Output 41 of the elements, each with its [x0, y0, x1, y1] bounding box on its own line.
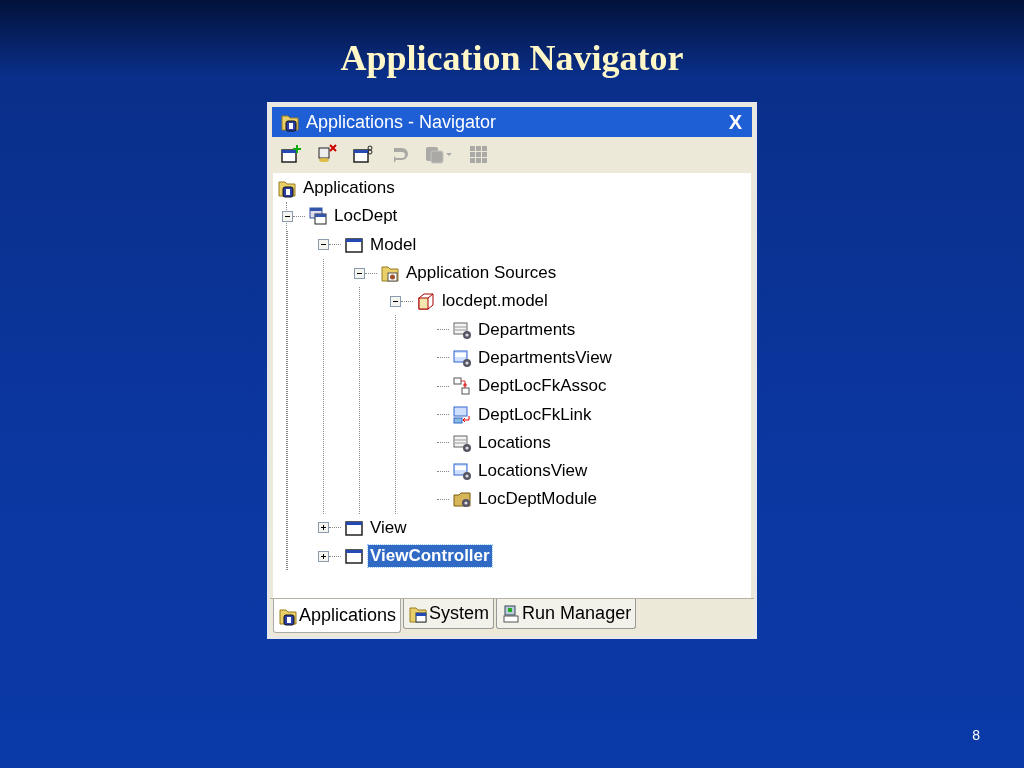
tree-item[interactable]: LocationsView: [476, 460, 590, 483]
view-object-icon: [452, 347, 472, 368]
collapse-icon[interactable]: [282, 210, 293, 222]
window-title: Applications - Navigator: [306, 110, 498, 134]
tree-item[interactable]: Applications: [301, 177, 397, 200]
tree-item[interactable]: LocDeptModule: [476, 488, 600, 511]
sources-icon: [380, 263, 400, 284]
tree-item[interactable]: View: [368, 516, 409, 539]
tree-item[interactable]: ViewController: [368, 545, 492, 567]
package-icon: [416, 291, 436, 312]
tree-item[interactable]: DeptLocFkAssoc: [476, 375, 609, 398]
app-root-icon: [277, 178, 297, 199]
association-icon: [452, 376, 472, 397]
entity-icon: [452, 432, 472, 453]
tab[interactable]: Run Manager: [496, 599, 637, 629]
tab[interactable]: System: [403, 599, 495, 629]
tree-item[interactable]: DeptLocFkLink: [476, 403, 594, 426]
page-number: 8: [972, 726, 980, 745]
project-icon: [344, 546, 364, 566]
tree-item[interactable]: Locations: [476, 431, 553, 454]
tree-item[interactable]: Application Sources: [404, 262, 559, 285]
tree-item[interactable]: locdept.model: [440, 290, 550, 313]
tree-item[interactable]: Departments: [476, 318, 578, 341]
monitor-icon: [501, 603, 522, 624]
close-button[interactable]: X: [726, 107, 744, 137]
tab[interactable]: Applications: [273, 599, 402, 633]
view-object-icon: [452, 461, 472, 482]
entity-icon: [452, 319, 472, 340]
slide-title: Application Navigator: [340, 37, 684, 80]
expand-icon[interactable]: [318, 522, 329, 534]
tree-item[interactable]: LocDept: [332, 205, 400, 228]
collapse-icon[interactable]: [390, 295, 401, 307]
module-icon: [452, 489, 472, 510]
tree-item[interactable]: Model: [368, 233, 419, 256]
view-link-icon: [452, 404, 472, 425]
tree-item[interactable]: DepartmentsView: [476, 346, 614, 369]
collapse-icon[interactable]: [318, 239, 329, 251]
workspace-icon: [308, 206, 328, 227]
app-folder-icon: [280, 112, 300, 132]
collapse-icon[interactable]: [354, 267, 365, 279]
expand-icon[interactable]: [318, 550, 329, 562]
